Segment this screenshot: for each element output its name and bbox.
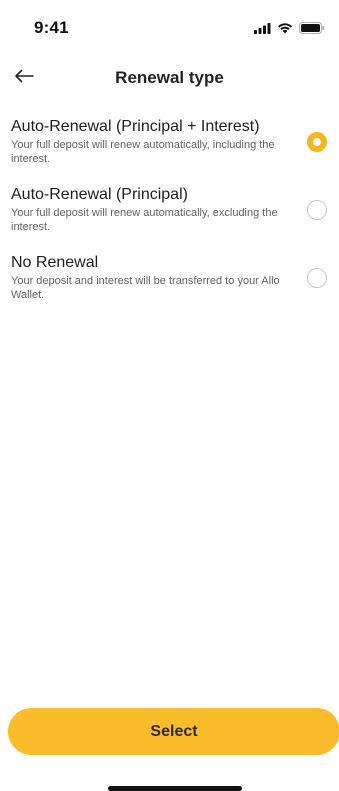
option-description: Your full deposit will renew automatical… — [11, 139, 275, 165]
page-title: Renewal type — [115, 68, 224, 87]
battery-icon — [299, 21, 325, 39]
status-bar: 9:41 — [0, 0, 339, 52]
renewal-options-list: Auto-Renewal (Principal + Interest) Your… — [0, 114, 339, 318]
status-icons — [254, 21, 325, 39]
radio-selected[interactable] — [307, 132, 327, 152]
option-auto-renewal-principal-interest[interactable]: Auto-Renewal (Principal + Interest) Your… — [0, 114, 339, 182]
cellular-signal-icon — [254, 21, 271, 39]
option-auto-renewal-principal[interactable]: Auto-Renewal (Principal) Your full depos… — [0, 182, 339, 250]
option-no-renewal[interactable]: No Renewal Your deposit and interest wil… — [0, 250, 339, 318]
wifi-icon — [277, 21, 293, 39]
option-title: Auto-Renewal (Principal) — [11, 186, 188, 203]
option-title: No Renewal — [11, 254, 99, 271]
option-title: Auto-Renewal (Principal + Interest) — [11, 118, 260, 135]
option-description: Your deposit and interest will be transf… — [11, 275, 280, 301]
header: Renewal type — [0, 60, 339, 96]
option-description: Your full deposit will renew automatical… — [11, 207, 278, 233]
radio-unselected[interactable] — [307, 268, 327, 288]
home-indicator — [108, 786, 242, 791]
status-time: 9:41 — [34, 18, 69, 37]
radio-unselected[interactable] — [307, 200, 327, 220]
select-button[interactable]: Select — [8, 708, 339, 755]
